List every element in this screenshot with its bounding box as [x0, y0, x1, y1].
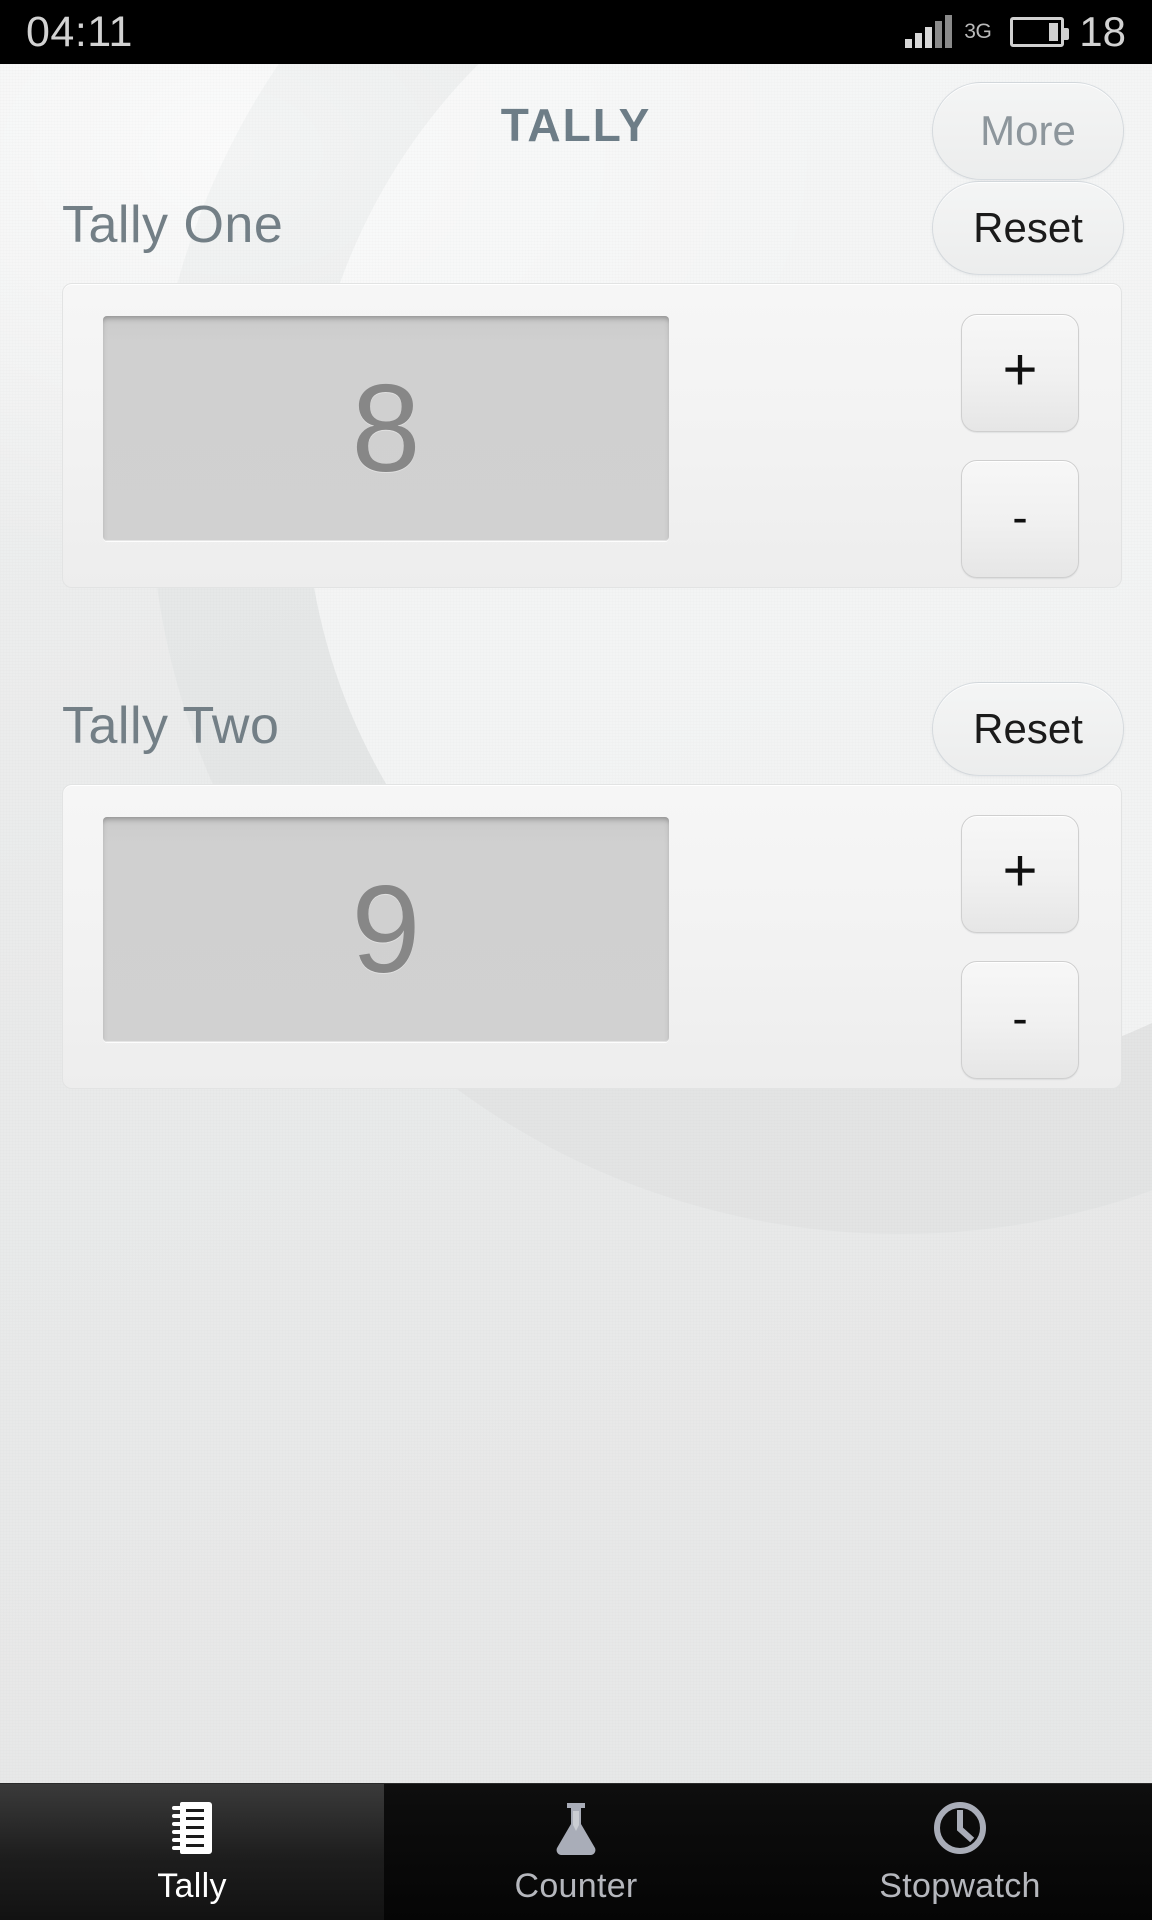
- nav-tab-tally[interactable]: Tally: [0, 1784, 384, 1920]
- tally-one-card: 8 + -: [62, 283, 1122, 617]
- tally-one-label: Tally One: [62, 196, 284, 254]
- plus-icon: +: [1002, 837, 1038, 904]
- battery-percent-label: 18: [1079, 8, 1126, 55]
- signal-bars-icon: [905, 15, 953, 48]
- main-content: TALLY More Tally One Reset 8 + - Tally T…: [0, 64, 1152, 1850]
- status-bar-indicators: 3G 18: [905, 11, 1126, 53]
- tally-two-header: Tally Two Reset: [0, 680, 1152, 784]
- tally-one-display: 8: [103, 316, 669, 541]
- flask-icon: [549, 1799, 603, 1857]
- battery-icon: [1010, 17, 1070, 47]
- minus-icon: -: [1012, 992, 1028, 1044]
- decrement-button-tally-two[interactable]: -: [961, 961, 1079, 1079]
- minus-icon: -: [1012, 491, 1028, 543]
- nav-tab-stopwatch[interactable]: Stopwatch: [768, 1784, 1152, 1920]
- app-header: TALLY More: [0, 64, 1152, 180]
- tally-one-value: 8: [351, 359, 421, 498]
- nav-tab-stopwatch-label: Stopwatch: [879, 1866, 1041, 1905]
- increment-button-tally-two[interactable]: +: [961, 815, 1079, 933]
- reset-button-tally-one[interactable]: Reset: [932, 181, 1124, 275]
- app-root: 04:11 3G 18 TALLY More Tally One Reset 8…: [0, 0, 1152, 1920]
- decrement-button-tally-one[interactable]: -: [961, 460, 1079, 578]
- increment-button-tally-one[interactable]: +: [961, 314, 1079, 432]
- nav-tab-tally-label: Tally: [157, 1866, 227, 1905]
- bottom-navigation-bar: Tally Counter Stopwatch: [0, 1783, 1152, 1920]
- plus-icon: +: [1002, 336, 1038, 403]
- reset-button-tally-two[interactable]: Reset: [932, 682, 1124, 776]
- more-button-label: More: [980, 107, 1076, 154]
- nav-tab-counter-label: Counter: [514, 1866, 638, 1905]
- tally-one-header: Tally One Reset: [0, 179, 1152, 283]
- status-bar-clock: 04:11: [26, 7, 133, 56]
- tally-two-value: 9: [351, 860, 421, 999]
- more-button[interactable]: More: [932, 82, 1124, 180]
- stopwatch-icon: [931, 1799, 989, 1857]
- nav-tab-counter[interactable]: Counter: [384, 1784, 768, 1920]
- tally-two-label: Tally Two: [62, 697, 280, 755]
- reset-button-label: Reset: [973, 204, 1083, 251]
- network-type-label: 3G: [964, 20, 992, 43]
- tally-two-display: 9: [103, 817, 669, 1042]
- status-bar: 04:11 3G 18: [0, 0, 1152, 64]
- card-shadow: [163, 1056, 1061, 1118]
- reset-button-label: Reset: [973, 705, 1083, 752]
- notepad-icon: [172, 1799, 212, 1857]
- tally-two-card: 9 + -: [62, 784, 1122, 1118]
- tally-section-two: Tally Two Reset 9 + -: [0, 680, 1152, 1118]
- tally-section-one: Tally One Reset 8 + -: [0, 179, 1152, 617]
